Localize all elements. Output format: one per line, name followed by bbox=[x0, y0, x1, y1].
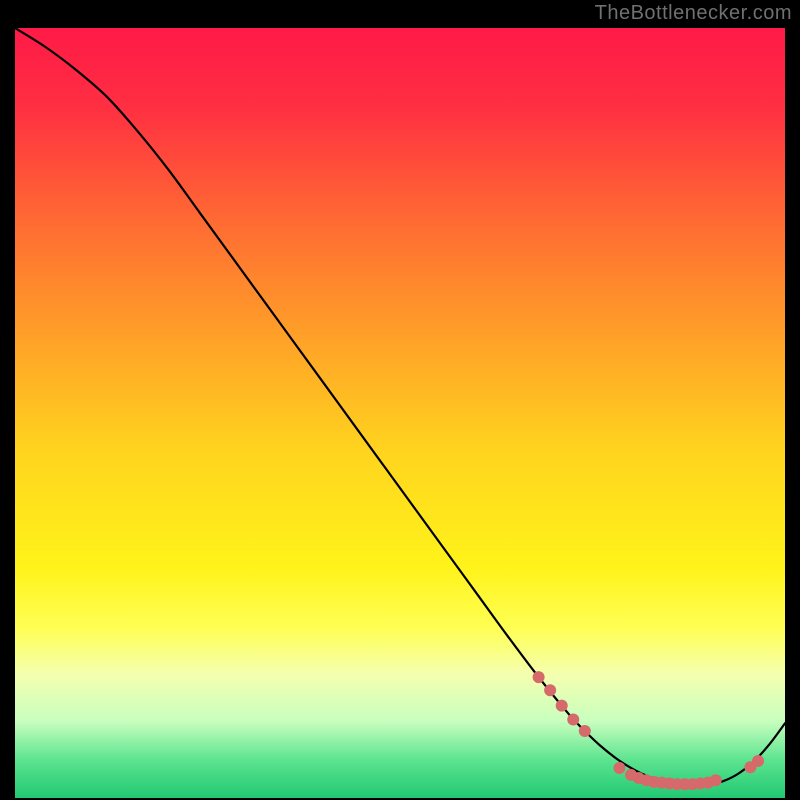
watermark-text: TheBottlenecker.com bbox=[595, 2, 792, 25]
highlight-dot bbox=[613, 762, 625, 774]
highlight-dot bbox=[533, 671, 545, 683]
highlight-dot bbox=[752, 755, 764, 767]
highlight-dot bbox=[567, 713, 579, 725]
highlight-dot bbox=[710, 774, 722, 786]
chart-svg bbox=[15, 28, 785, 798]
gradient-background bbox=[15, 28, 785, 798]
chart-plot bbox=[15, 28, 785, 798]
highlight-dot bbox=[544, 684, 556, 696]
highlight-dot bbox=[579, 725, 591, 737]
chart-stage: TheBottlenecker.com bbox=[0, 0, 800, 800]
highlight-dot bbox=[556, 700, 568, 712]
